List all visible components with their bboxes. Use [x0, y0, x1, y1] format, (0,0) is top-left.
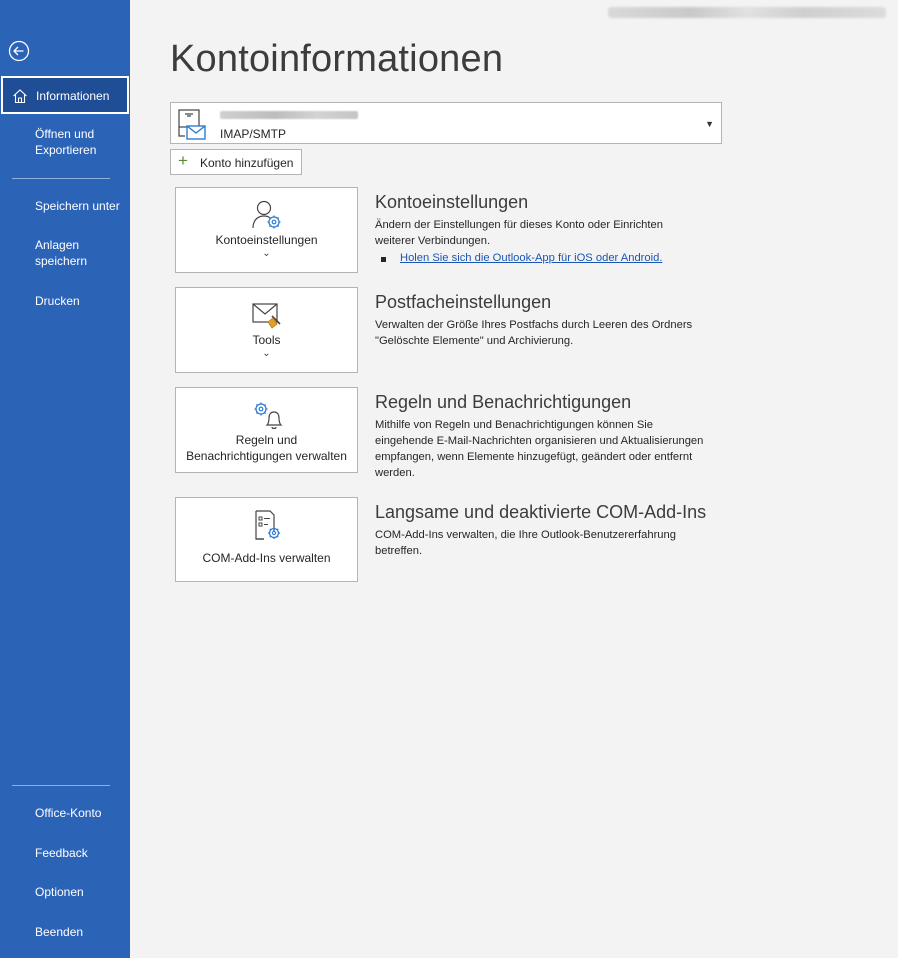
nav-label: Öffnen und Exportieren — [35, 127, 97, 157]
nav-speichern-unter[interactable]: Speichern unter — [0, 198, 130, 216]
nav-label: Speichern unter — [35, 199, 120, 213]
home-icon — [13, 89, 27, 104]
rules-bell-icon — [254, 402, 283, 430]
nav-drucken[interactable]: Drucken — [0, 293, 130, 311]
user-settings-icon — [252, 200, 281, 229]
chevron-down-icon: ⌄ — [262, 348, 271, 359]
section-heading: Kontoeinstellungen — [375, 192, 529, 212]
nav-label: Anlagen speichern — [35, 238, 88, 268]
outlook-app-link[interactable]: Holen Sie sich die Outlook-App für iOS o… — [400, 252, 662, 264]
nav-informationen[interactable]: Informationen — [1, 76, 129, 114]
nav-anlagen-speichern[interactable]: Anlagen speichern — [0, 237, 130, 271]
add-account-button[interactable]: + Konto hinzufügen — [170, 149, 302, 175]
add-account-label: Konto hinzufügen — [200, 156, 294, 170]
sidebar-divider — [12, 785, 110, 786]
dropdown-caret-icon: ▼ — [705, 119, 714, 129]
nav-label: Office-Konto — [35, 806, 102, 820]
nav-label: Feedback — [35, 846, 88, 860]
account-settings-button[interactable]: Kontoeinstellungen ⌄ — [175, 187, 358, 273]
section-description: COM-Add-Ins verwalten, die Ihre Outlook-… — [375, 529, 676, 557]
card-label: COM-Add-Ins verwalten — [202, 551, 331, 565]
page-title: Kontoinformationen — [170, 38, 504, 80]
backstage-sidebar: Informationen Öffnen und Exportieren Spe… — [0, 0, 130, 958]
section-heading: Postfacheinstellungen — [375, 292, 552, 312]
card-label: Regeln und Benachrichtigungen verwalten — [186, 433, 347, 463]
tools-button[interactable]: Tools ⌄ — [175, 287, 358, 373]
section-heading: Regeln und Benachrichtigungen — [375, 392, 632, 412]
section-description: Ändern der Einstellungen für dieses Kont… — [375, 219, 663, 247]
account-selector-dropdown[interactable]: IMAP/SMTP ▼ — [170, 102, 722, 144]
bullet — [381, 257, 386, 262]
nav-label: Drucken — [35, 294, 80, 308]
section-heading: Langsame und deaktivierte COM-Add-Ins — [375, 502, 707, 522]
card-label: Tools — [252, 333, 281, 347]
nav-beenden[interactable]: Beenden — [0, 924, 130, 942]
nav-office-konto[interactable]: Office-Konto — [0, 805, 130, 823]
account-email-blurred — [220, 111, 358, 119]
nav-label: Beenden — [35, 925, 84, 939]
nav-label: Optionen — [35, 885, 84, 899]
user-info-blurred — [608, 7, 886, 18]
chevron-down-icon: ⌄ — [262, 248, 271, 259]
plus-icon: + — [178, 151, 188, 170]
nav-label: Informationen — [36, 89, 110, 103]
card-label: Kontoeinstellungen — [215, 233, 318, 247]
nav-optionen[interactable]: Optionen — [0, 884, 130, 902]
nav-oeffnen-exportieren[interactable]: Öffnen und Exportieren — [0, 126, 130, 160]
sidebar-divider — [12, 178, 110, 179]
mail-account-icon — [178, 109, 206, 140]
addin-settings-icon — [255, 510, 280, 540]
account-type: IMAP/SMTP — [220, 127, 287, 141]
section-description: Mithilfe von Regeln und Benachrichtigung… — [375, 419, 704, 479]
com-addins-button[interactable]: COM-Add-Ins verwalten — [175, 497, 358, 582]
back-arrow-icon[interactable] — [8, 40, 30, 62]
nav-feedback[interactable]: Feedback — [0, 845, 130, 863]
mailbox-cleanup-icon — [252, 303, 281, 329]
section-description: Verwalten der Größe Ihres Postfachs durc… — [375, 319, 693, 347]
rules-alerts-button[interactable]: Regeln und Benachrichtigungen verwalten — [175, 387, 358, 473]
